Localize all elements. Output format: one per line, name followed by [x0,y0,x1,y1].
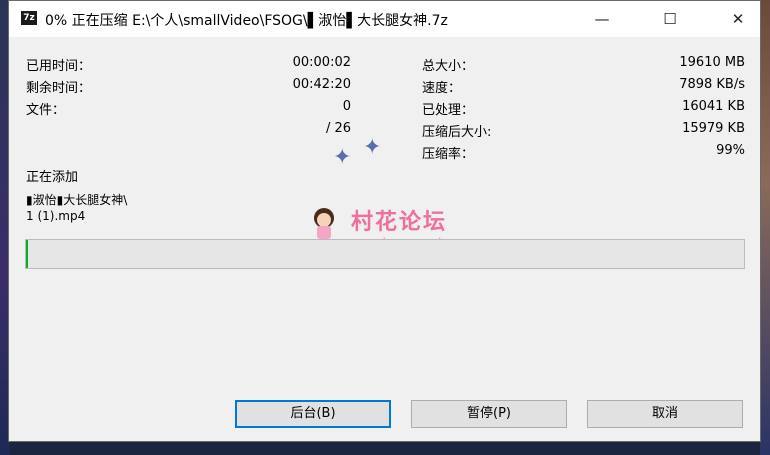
progress-bar [25,239,745,269]
elapsed-time-value: 00:00:02 [292,55,351,70]
files-processed-value: 0 [342,99,351,114]
files-total-value: / 26 [325,121,351,136]
processed-value: 16041 KB [682,99,745,114]
remaining-time-label: 剩余时间： [26,81,92,96]
current-file-name: 1 (1).mp4 [26,209,86,223]
speed-value: 7898 KB/s [679,77,745,92]
progress-fill [26,240,29,268]
maximize-button[interactable]: ☐ [647,1,693,37]
sparkle-icon: ✦ [363,135,382,160]
total-size-value: 19610 MB [679,55,745,70]
compressed-size-label: 压缩后大小: [422,125,492,140]
adding-label: 正在添加 [26,170,79,185]
pause-button[interactable]: 暂停(P) [411,400,567,428]
sparkle-icon: ✦ [333,145,352,170]
files-label: 文件： [26,103,66,118]
ratio-value: 99% [716,143,745,158]
compression-progress-window: 7z 0% 正在压缩 E:\个人\smallVideo\FSOG\▌淑怡▌大长腿… [8,0,761,442]
title-bar: 7z 0% 正在压缩 E:\个人\smallVideo\FSOG\▌淑怡▌大长腿… [9,1,760,37]
compressed-size-value: 15979 KB [682,121,745,136]
minimize-button[interactable]: — [579,1,625,37]
speed-label: 速度： [422,81,462,96]
remaining-time-value: 00:42:20 [292,77,351,92]
cancel-button[interactable]: 取消 [587,400,743,428]
processed-label: 已处理： [422,103,475,118]
desktop-background-right [760,0,770,455]
7zip-app-icon: 7z [21,11,37,25]
window-title: 0% 正在压缩 E:\个人\smallVideo\FSOG\▌淑怡▌大长腿女神.… [45,13,448,29]
close-button[interactable]: ✕ [715,1,761,37]
total-size-label: 总大小： [422,59,475,74]
watermark-text: 村花论坛 [351,210,448,235]
elapsed-time-label: 已用时间： [26,59,92,74]
background-button[interactable]: 后台(B) [235,400,391,428]
ratio-label: 压缩率： [422,147,475,162]
current-file-path: ▮淑怡▮大长腿女神\ [26,193,128,207]
